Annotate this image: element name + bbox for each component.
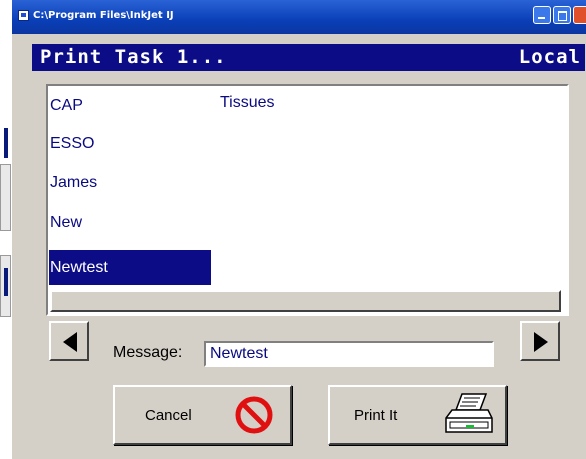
list-item-second-column[interactable]: Tissues <box>220 94 275 112</box>
task-title: Print Task 1... <box>40 46 227 68</box>
no-entry-icon <box>235 396 273 434</box>
cancel-label: Cancel <box>145 407 192 424</box>
list-item-selected[interactable]: Newtest <box>49 250 211 285</box>
location-label: Local <box>518 46 581 68</box>
list-item[interactable]: New <box>49 208 211 238</box>
printer-icon <box>445 393 493 433</box>
message-list[interactable]: CAP ESSO James New Newtest Tissues <box>46 84 569 316</box>
background-app-edge <box>4 268 8 296</box>
list-item[interactable]: CAP <box>49 94 211 118</box>
background-app-edge <box>4 128 8 158</box>
print-label: Print It <box>354 407 398 424</box>
previous-button[interactable] <box>49 321 89 361</box>
close-button[interactable] <box>573 6 586 24</box>
message-input[interactable] <box>204 341 494 367</box>
task-header: Print Task 1... Local <box>32 44 585 71</box>
inkjet-window: C:\Program Files\InkJet IJ Print Task 1.… <box>11 0 586 459</box>
list-item[interactable]: ESSO <box>49 129 211 159</box>
triangle-right-icon <box>534 332 548 352</box>
horizontal-scrollbar[interactable] <box>50 290 561 312</box>
next-button[interactable] <box>520 321 560 361</box>
message-label: Message: <box>113 344 183 361</box>
list-item[interactable]: James <box>49 168 211 198</box>
triangle-left-icon <box>63 332 77 352</box>
title-bar[interactable]: C:\Program Files\InkJet IJ <box>12 0 586 34</box>
window-title: C:\Program Files\InkJet IJ <box>33 10 174 21</box>
app-icon <box>18 10 29 21</box>
cancel-button[interactable]: Cancel <box>113 385 292 445</box>
minimize-button[interactable] <box>533 6 551 24</box>
maximize-button[interactable] <box>553 6 571 24</box>
background-app-panel <box>0 164 11 231</box>
print-button[interactable]: Print It <box>328 385 507 445</box>
